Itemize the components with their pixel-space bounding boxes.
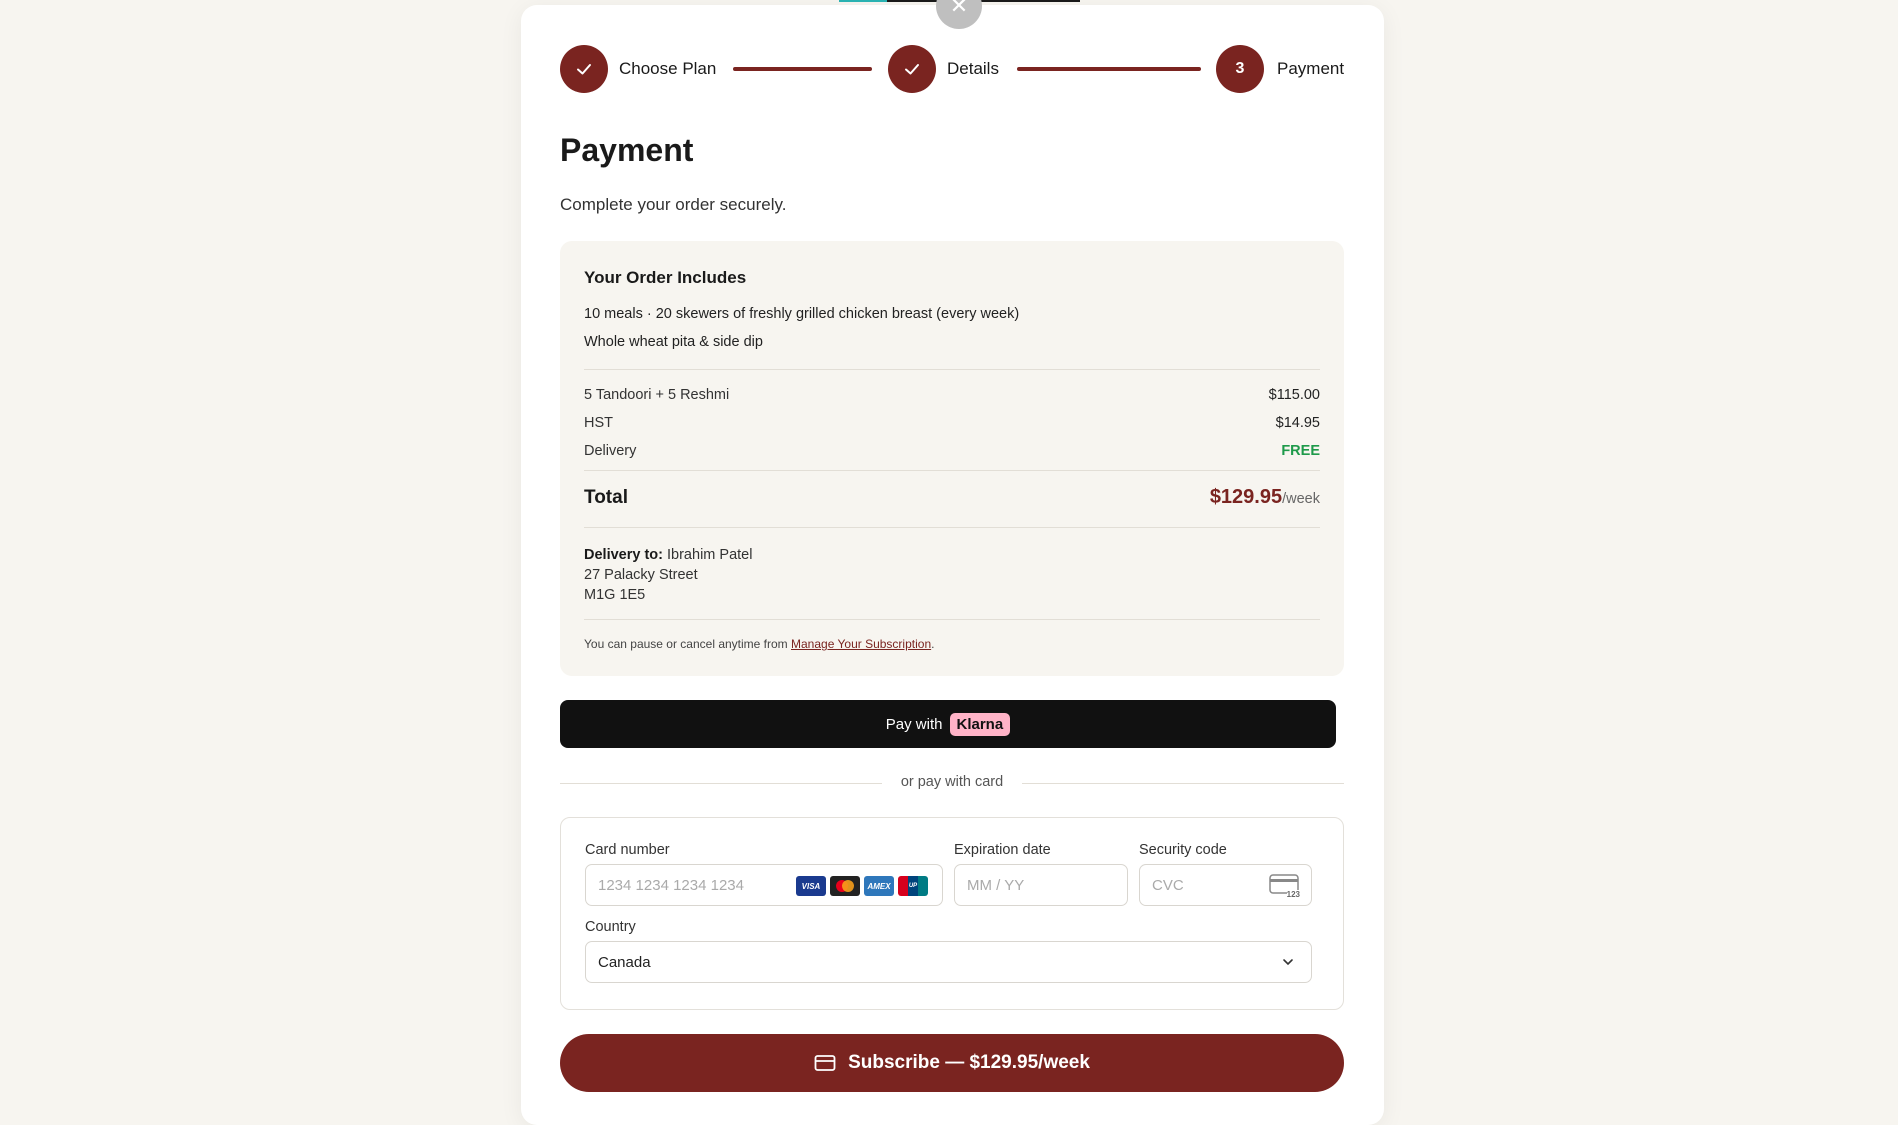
step-connector-2 [1017, 67, 1201, 71]
order-description: 10 meals · 20 skewers of freshly grilled… [584, 306, 1020, 322]
klarna-logo: Klarna [949, 712, 1011, 736]
card-number-label: Card number [585, 842, 670, 858]
note-end: . [931, 637, 935, 651]
unionpay-icon: UP [898, 876, 928, 896]
line-item-value: $115.00 [1268, 387, 1320, 403]
card-payment-form: Card number 1234 1234 1234 1234 VISA AME… [560, 817, 1344, 1010]
page-subtitle: Complete your order securely. [560, 195, 787, 214]
delivery-label: Delivery to: [584, 547, 663, 563]
subscribe-button[interactable]: Subscribe — $129.95/week [560, 1034, 1344, 1092]
order-sides: Whole wheat pita & side dip [584, 334, 763, 350]
divider-left [560, 783, 882, 784]
cvc-hint: 123 [1286, 890, 1300, 899]
step-connector-1 [733, 67, 872, 71]
or-pay-with-card-text: or pay with card [900, 774, 1004, 790]
security-code-label: Security code [1139, 842, 1227, 858]
step-choose-plan-circle [560, 45, 608, 93]
step-details-circle [888, 45, 936, 93]
total-period: /week [1282, 491, 1320, 507]
page-title: Payment [560, 132, 694, 168]
card-number-input[interactable]: 1234 1234 1234 1234 VISA AMEX UP [585, 864, 943, 906]
delivery-street: 27 Palacky Street [584, 567, 698, 583]
expiry-input[interactable]: MM / YY [954, 864, 1128, 906]
note-text: You can pause or cancel anytime from [584, 637, 792, 651]
delivery-address: Delivery to: Ibrahim Patel 27 Palacky St… [584, 545, 752, 605]
total-value: $129.95/week [1210, 486, 1320, 509]
top-progress-indicator [839, 0, 887, 2]
order-summary-heading: Your Order Includes [584, 268, 747, 287]
pay-with-klarna-button[interactable]: Pay with Klarna [560, 700, 1336, 748]
step-payment-circle: 3 [1216, 45, 1264, 93]
expiry-label: Expiration date [954, 842, 1051, 858]
subscription-note: You can pause or cancel anytime from Man… [584, 637, 934, 651]
country-value: Canada [598, 953, 651, 971]
tax-value: $14.95 [1275, 415, 1320, 431]
subscribe-label: Subscribe — $129.95/week [848, 1052, 1090, 1073]
cvc-input[interactable]: CVC 123 [1139, 864, 1312, 906]
klarna-prefix: Pay with [885, 715, 943, 733]
total-label: Total [584, 487, 628, 508]
expiry-placeholder: MM / YY [967, 876, 1025, 894]
step-payment-label: Payment [1277, 59, 1345, 78]
delivery-name: Ibrahim Patel [667, 547, 753, 563]
tax-label: HST [584, 415, 613, 431]
delivery-fee-value: FREE [1281, 443, 1320, 459]
credit-card-icon [814, 1055, 836, 1071]
country-select[interactable]: Canada [585, 941, 1312, 983]
divider-right [1022, 783, 1344, 784]
visa-icon: VISA [796, 876, 826, 896]
summary-divider [584, 369, 1320, 370]
close-icon: ✕ [949, 0, 969, 18]
summary-divider [584, 527, 1320, 528]
amex-icon: AMEX [864, 876, 894, 896]
cvc-placeholder: CVC [1152, 876, 1184, 894]
delivery-fee-label: Delivery [584, 443, 637, 459]
step-details-label: Details [947, 59, 999, 78]
check-icon [905, 64, 919, 75]
country-label: Country [585, 919, 636, 935]
summary-divider [584, 619, 1320, 620]
summary-divider [584, 470, 1320, 471]
manage-subscription-link[interactable]: Manage Your Subscription [791, 637, 931, 651]
chevron-down-icon [1283, 959, 1293, 966]
step-choose-plan-label: Choose Plan [619, 59, 717, 78]
order-summary: Your Order Includes 10 meals · 20 skewer… [560, 241, 1344, 676]
mastercard-icon [830, 876, 860, 896]
cvc-card-icon: 123 [1269, 874, 1300, 899]
delivery-postal: M1G 1E5 [584, 587, 646, 603]
card-number-placeholder: 1234 1234 1234 1234 [598, 876, 744, 894]
line-item-label: 5 Tandoori + 5 Reshmi [584, 387, 730, 403]
check-icon [577, 64, 591, 75]
total-amount: $129.95 [1209, 486, 1283, 508]
